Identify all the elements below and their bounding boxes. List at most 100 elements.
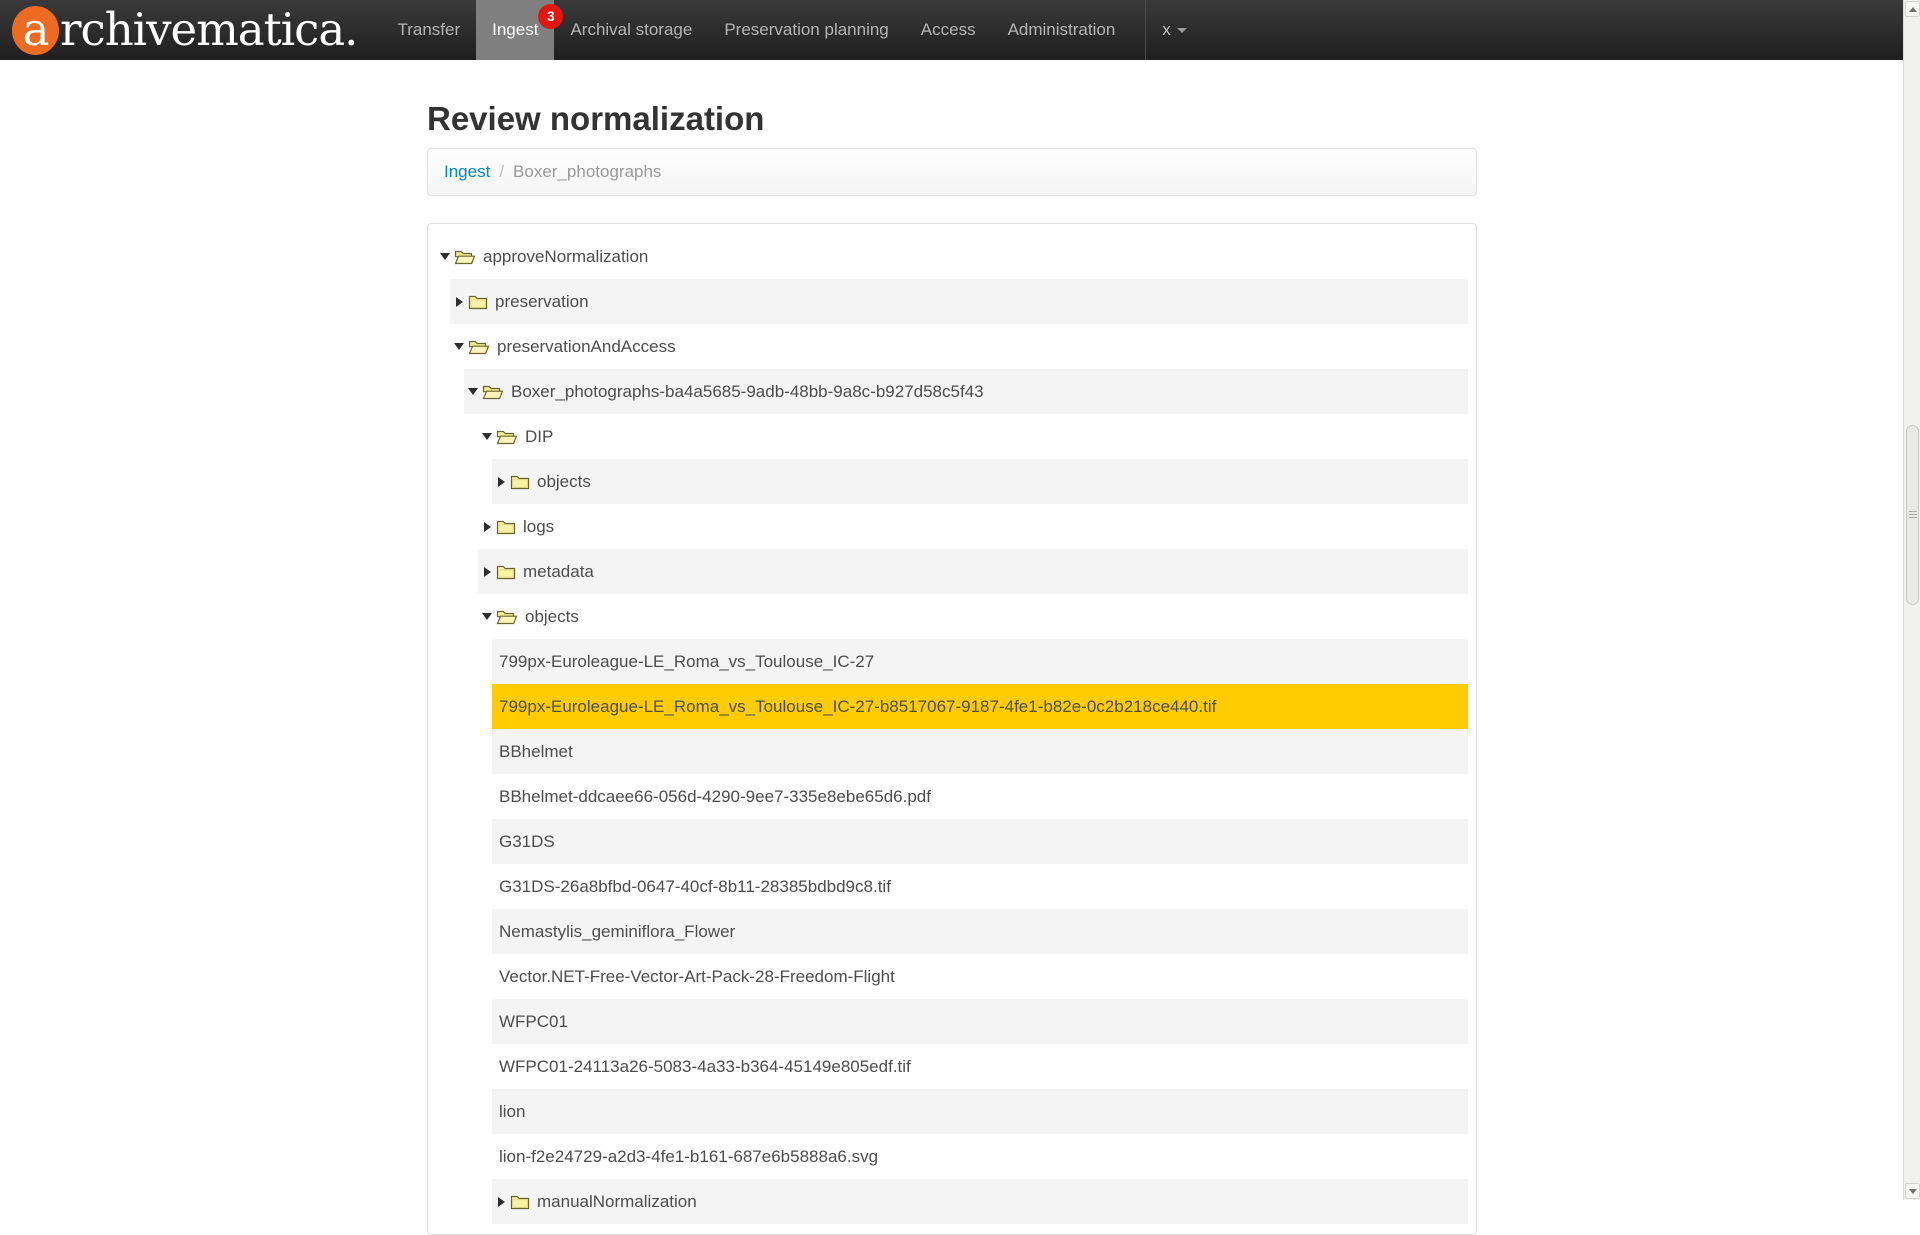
tree-file-row[interactable]: WFPC01: [492, 999, 1468, 1044]
tree-file-row[interactable]: BBhelmet-ddcaee66-056d-4290-9ee7-335e8eb…: [492, 774, 1468, 819]
tree-row-label: BBhelmet-ddcaee66-056d-4290-9ee7-335e8eb…: [492, 787, 931, 807]
tree-row-label: Nemastylis_geminiflora_Flower: [492, 922, 735, 942]
nav-link-archival-storage[interactable]: Archival storage: [554, 0, 708, 60]
tree-row-label: lion: [492, 1102, 525, 1122]
archivematica-logo[interactable]: archivematica.: [0, 0, 381, 60]
breadcrumb-divider: /: [490, 162, 513, 182]
tree-folder-row[interactable]: Boxer_photographs-ba4a5685-9adb-48bb-9a8…: [464, 369, 1468, 414]
scrollbar[interactable]: [1903, 0, 1920, 1200]
tree-row-label: logs: [523, 517, 554, 537]
expander-icon[interactable]: [480, 522, 494, 532]
folder-icon: [482, 383, 504, 400]
nav-item-administration: Administration: [992, 0, 1132, 60]
nav-link-preservation-planning[interactable]: Preservation planning: [708, 0, 904, 60]
tree-row-label: lion-f2e24729-a2d3-4fe1-b161-687e6b5888a…: [492, 1147, 878, 1167]
tree-row-label: BBhelmet: [492, 742, 573, 762]
tree-folder-row[interactable]: manualNormalization: [492, 1179, 1468, 1224]
folder-icon: [496, 608, 518, 625]
tree-row-label: objects: [525, 607, 579, 627]
folder-icon: [510, 473, 530, 490]
folder-icon: [468, 338, 490, 355]
logo-text: rchivematica.: [60, 0, 357, 60]
expander-icon[interactable]: [480, 613, 494, 620]
tree-file-row[interactable]: G31DS-26a8bfbd-0647-40cf-8b11-28385bdbd9…: [492, 864, 1468, 909]
user-dropdown[interactable]: x: [1146, 0, 1203, 60]
breadcrumb: Ingest / Boxer_photographs: [427, 148, 1477, 196]
folder-icon: [468, 293, 488, 310]
scroll-up-icon: [1909, 7, 1917, 12]
nav-item-access: Access: [905, 0, 992, 60]
nav-menu: TransferIngest3Archival storagePreservat…: [381, 0, 1131, 60]
nav-link-transfer[interactable]: Transfer: [381, 0, 476, 60]
chevron-down-icon: [1177, 28, 1187, 33]
tree-file-row[interactable]: BBhelmet: [492, 729, 1468, 774]
expander-icon[interactable]: [438, 253, 452, 260]
breadcrumb-ingest-link[interactable]: Ingest: [444, 162, 490, 182]
tree-folder-row[interactable]: preservation: [450, 279, 1468, 324]
expander-icon[interactable]: [480, 567, 494, 577]
main-content: Review normalization Ingest / Boxer_phot…: [427, 60, 1477, 1235]
tree-folder-row[interactable]: metadata: [478, 549, 1468, 594]
page-title: Review normalization: [427, 100, 1477, 138]
scroll-up-button[interactable]: [1905, 1, 1920, 17]
tree-folder-row[interactable]: objects: [492, 459, 1468, 504]
tree-folder-row[interactable]: DIP: [478, 414, 1468, 459]
tree-file-row[interactable]: Nemastylis_geminiflora_Flower: [492, 909, 1468, 954]
tree-file-row[interactable]: G31DS: [492, 819, 1468, 864]
scroll-down-button[interactable]: [1905, 1183, 1920, 1199]
expander-icon[interactable]: [480, 433, 494, 440]
nav-item-transfer: Transfer: [381, 0, 476, 60]
tree-row-label: manualNormalization: [537, 1192, 697, 1212]
tree-file-row[interactable]: 799px-Euroleague-LE_Roma_vs_Toulouse_IC-…: [492, 639, 1468, 684]
tree-folder-row[interactable]: objects: [478, 594, 1468, 639]
tree-row-label: Boxer_photographs-ba4a5685-9adb-48bb-9a8…: [511, 382, 984, 402]
expander-icon[interactable]: [452, 343, 466, 350]
tree-row-label: preservationAndAccess: [497, 337, 676, 357]
folder-icon: [510, 1193, 530, 1210]
tree-file-row[interactable]: 799px-Euroleague-LE_Roma_vs_Toulouse_IC-…: [492, 684, 1468, 729]
logo-a-circle: a: [12, 6, 59, 55]
user-dropdown-label: x: [1162, 20, 1171, 39]
scrollbar-thumb[interactable]: [1906, 425, 1919, 605]
nav-item-preservation-planning: Preservation planning: [708, 0, 904, 60]
nav-item-archival-storage: Archival storage: [554, 0, 708, 60]
tree-row-label: G31DS: [492, 832, 555, 852]
nav-item-ingest: Ingest3: [476, 0, 554, 60]
tree-row-label: 799px-Euroleague-LE_Roma_vs_Toulouse_IC-…: [492, 652, 874, 672]
expander-icon[interactable]: [466, 388, 480, 395]
scrollbar-grip-icon: [1909, 511, 1917, 519]
nav-link-administration[interactable]: Administration: [992, 0, 1132, 60]
tree-row-label: WFPC01: [492, 1012, 568, 1032]
user-menu: x: [1145, 0, 1203, 60]
tree-row-label: preservation: [495, 292, 589, 312]
tree-row-label: DIP: [525, 427, 553, 447]
nav-link-ingest[interactable]: Ingest3: [476, 0, 554, 60]
normalization-file-tree: approveNormalization preservation: [427, 223, 1477, 1235]
tree-folder-row[interactable]: preservationAndAccess: [450, 324, 1468, 369]
tree-row-label: objects: [537, 472, 591, 492]
tree-file-row[interactable]: lion: [492, 1089, 1468, 1134]
scroll-down-icon: [1909, 1189, 1917, 1194]
tree-file-row[interactable]: WFPC01-24113a26-5083-4a33-b364-45149e805…: [492, 1044, 1468, 1089]
tree-row-label: metadata: [523, 562, 594, 582]
folder-icon: [496, 563, 516, 580]
tree-folder-row[interactable]: approveNormalization: [436, 234, 1468, 279]
tree-row-label: Vector.NET-Free-Vector-Art-Pack-28-Freed…: [492, 967, 895, 987]
top-navbar: archivematica. TransferIngest3Archival s…: [0, 0, 1903, 60]
folder-icon: [496, 518, 516, 535]
tree-row-label: approveNormalization: [483, 247, 648, 267]
expander-icon[interactable]: [452, 297, 466, 307]
expander-icon[interactable]: [494, 1197, 508, 1207]
tree-file-row[interactable]: Vector.NET-Free-Vector-Art-Pack-28-Freed…: [492, 954, 1468, 999]
breadcrumb-current: Boxer_photographs: [513, 162, 661, 182]
nav-link-access[interactable]: Access: [905, 0, 992, 60]
user-menu-item: x: [1146, 0, 1203, 60]
tree-row-label: G31DS-26a8bfbd-0647-40cf-8b11-28385bdbd9…: [492, 877, 891, 897]
expander-icon[interactable]: [494, 477, 508, 487]
folder-icon: [496, 428, 518, 445]
tree-row-label: WFPC01-24113a26-5083-4a33-b364-45149e805…: [492, 1057, 911, 1077]
tree-file-row[interactable]: lion-f2e24729-a2d3-4fe1-b161-687e6b5888a…: [492, 1134, 1468, 1179]
tree-row-label: 799px-Euroleague-LE_Roma_vs_Toulouse_IC-…: [492, 697, 1216, 717]
folder-icon: [454, 248, 476, 265]
tree-folder-row[interactable]: logs: [478, 504, 1468, 549]
